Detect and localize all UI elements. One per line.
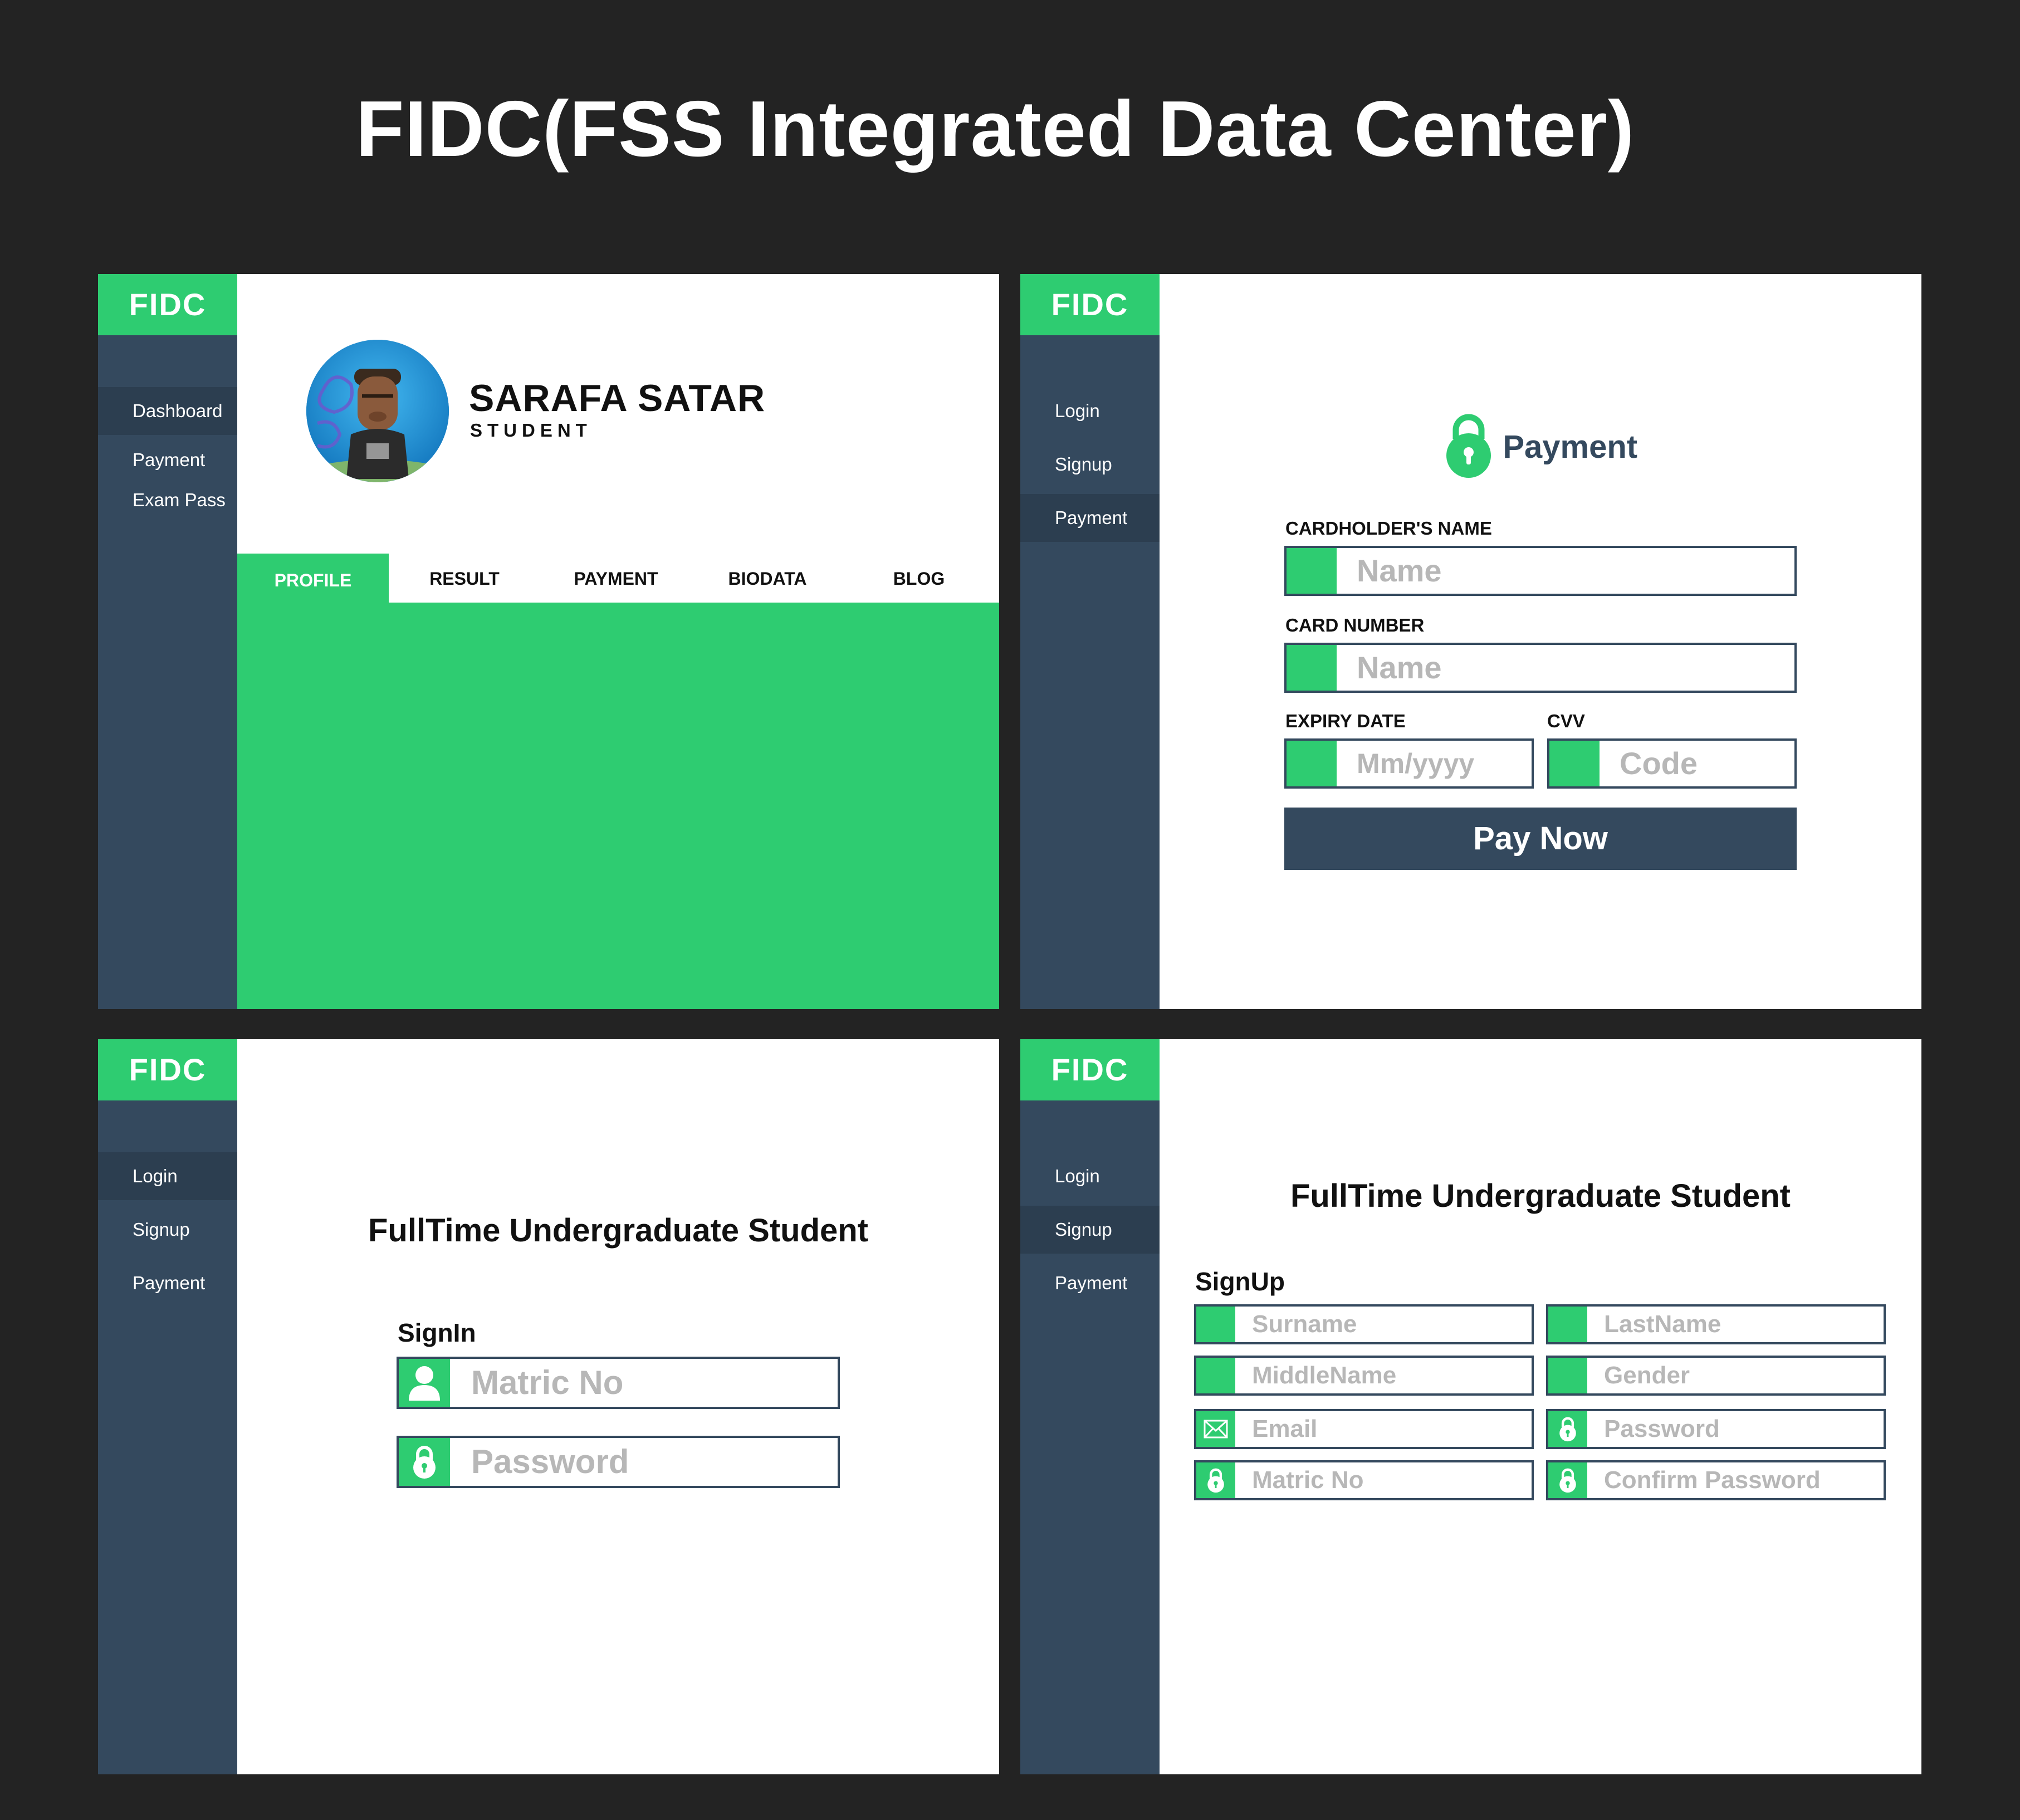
field-marker <box>1549 741 1600 786</box>
tab-content <box>237 603 999 1009</box>
sidebar-item-login[interactable]: Login <box>1020 1152 1160 1200</box>
lock-icon <box>1444 413 1494 481</box>
sidebar-item-exam-pass[interactable]: Exam Pass <box>98 476 237 524</box>
dashboard-screen: FIDC Dashboard Payment Exam Pass SARAFA … <box>98 274 999 1009</box>
lastname-input[interactable]: LastName <box>1546 1304 1886 1344</box>
cardholder-name-input[interactable]: Name <box>1284 546 1797 596</box>
email-input[interactable]: Email <box>1194 1409 1534 1449</box>
field-marker <box>1287 645 1337 691</box>
matric-no-input[interactable]: Matric No <box>397 1357 840 1409</box>
cvv-input[interactable]: Code <box>1547 738 1797 789</box>
sidebar: FIDC Dashboard Payment Exam Pass <box>98 274 237 1009</box>
card-number-input[interactable]: Name <box>1284 643 1797 693</box>
card-number-placeholder: Name <box>1357 650 1442 685</box>
password-placeholder: Password <box>471 1443 629 1480</box>
matric-placeholder: Matric No <box>471 1364 624 1401</box>
password-input[interactable]: Password <box>1546 1409 1886 1449</box>
brand-logo: FIDC <box>98 1039 237 1100</box>
lock-icon <box>1196 1462 1235 1498</box>
field-marker <box>1287 548 1337 594</box>
expiry-placeholder: Mm/yyyy <box>1357 748 1475 779</box>
sidebar-item-signup[interactable]: Signup <box>98 1206 237 1254</box>
surname-input[interactable]: Surname <box>1194 1304 1534 1344</box>
brand-logo: FIDC <box>1020 1039 1160 1100</box>
avatar-image-icon <box>306 340 449 482</box>
profile-role: STUDENT <box>470 420 592 441</box>
tab-profile[interactable]: PROFILE <box>237 554 389 604</box>
page-title: FIDC(FSS Integrated Data Center) <box>355 85 1635 173</box>
payment-heading: Payment <box>1503 429 1638 465</box>
cardholder-label: CARDHOLDER'S NAME <box>1285 518 1492 539</box>
sidebar-item-payment[interactable]: Payment <box>98 1259 237 1307</box>
payment-content: Payment CARDHOLDER'S NAME Name CARD NUMB… <box>1160 274 1921 1009</box>
profile-tabs: PROFILE RESULT PAYMENT BIODATA BLOG <box>237 554 999 604</box>
signup-heading: SignUp <box>1195 1267 1285 1296</box>
form-heading: FullTime Undergraduate Student <box>368 1212 868 1249</box>
card-number-label: CARD NUMBER <box>1285 615 1425 635</box>
matric-placeholder: Matric No <box>1252 1466 1364 1494</box>
middlename-input[interactable]: MiddleName <box>1194 1356 1534 1396</box>
password-placeholder: Password <box>1604 1415 1720 1442</box>
sidebar-item-login[interactable]: Login <box>1020 387 1160 435</box>
field-marker <box>1548 1358 1587 1393</box>
middlename-placeholder: MiddleName <box>1252 1362 1397 1389</box>
login-screen: FIDC Login Signup Payment FullTime Under… <box>98 1039 999 1774</box>
dashboard-content: SARAFA SATAR STUDENT PROFILE RESULT PAYM… <box>237 274 999 1009</box>
email-placeholder: Email <box>1252 1415 1318 1442</box>
lock-icon <box>1548 1462 1587 1498</box>
sidebar-item-signup[interactable]: Signup <box>1020 1206 1160 1254</box>
sidebar-item-login[interactable]: Login <box>98 1152 237 1200</box>
lastname-placeholder: LastName <box>1604 1310 1721 1338</box>
expiry-label: EXPIRY DATE <box>1285 711 1406 731</box>
sidebar-item-payment[interactable]: Payment <box>1020 1259 1160 1307</box>
profile-name: SARAFA SATAR <box>469 377 766 419</box>
field-marker <box>1196 1358 1235 1393</box>
lock-icon <box>1548 1411 1587 1447</box>
signup-screen: FIDC Login Signup Payment FullTime Under… <box>1020 1039 1921 1774</box>
cvv-label: CVV <box>1547 711 1585 731</box>
tab-result[interactable]: RESULT <box>389 554 540 604</box>
signin-heading: SignIn <box>398 1318 476 1347</box>
brand-logo: FIDC <box>1020 274 1160 335</box>
confirm-password-placeholder: Confirm Password <box>1604 1466 1821 1494</box>
surname-placeholder: Surname <box>1252 1310 1357 1338</box>
avatar[interactable] <box>306 340 449 482</box>
gender-placeholder: Gender <box>1604 1362 1690 1389</box>
payment-screen: FIDC Login Signup Payment Payment CARDHO… <box>1020 274 1921 1009</box>
cvv-placeholder: Code <box>1620 746 1698 781</box>
confirm-password-input[interactable]: Confirm Password <box>1546 1460 1886 1500</box>
expiry-date-input[interactable]: Mm/yyyy <box>1284 738 1534 789</box>
sidebar: FIDC Login Signup Payment <box>1020 274 1160 1009</box>
payment-header: Payment <box>1160 413 1921 481</box>
sidebar: FIDC Login Signup Payment <box>98 1039 237 1774</box>
pay-now-button[interactable]: Pay Now <box>1284 808 1797 870</box>
gender-input[interactable]: Gender <box>1546 1356 1886 1396</box>
password-input[interactable]: Password <box>397 1436 840 1488</box>
matric-no-input[interactable]: Matric No <box>1194 1460 1534 1500</box>
sidebar-item-signup[interactable]: Signup <box>1020 441 1160 488</box>
login-content: FullTime Undergraduate Student SignIn Ma… <box>237 1039 999 1774</box>
sidebar: FIDC Login Signup Payment <box>1020 1039 1160 1774</box>
tab-biodata[interactable]: BIODATA <box>692 554 843 604</box>
lock-icon <box>399 1438 450 1486</box>
tab-blog[interactable]: BLOG <box>843 554 995 604</box>
field-marker <box>1287 741 1337 786</box>
field-marker <box>1196 1307 1235 1342</box>
field-marker <box>1548 1307 1587 1342</box>
sidebar-item-payment[interactable]: Payment <box>1020 494 1160 542</box>
signup-content: FullTime Undergraduate Student SignUp Su… <box>1160 1039 1921 1774</box>
user-icon <box>399 1359 450 1407</box>
form-heading: FullTime Undergraduate Student <box>1290 1178 1791 1214</box>
envelope-icon <box>1196 1411 1235 1447</box>
sidebar-item-dashboard[interactable]: Dashboard <box>98 387 237 435</box>
tab-payment[interactable]: PAYMENT <box>540 554 692 604</box>
brand-logo: FIDC <box>98 274 237 335</box>
cardholder-placeholder: Name <box>1357 553 1442 588</box>
